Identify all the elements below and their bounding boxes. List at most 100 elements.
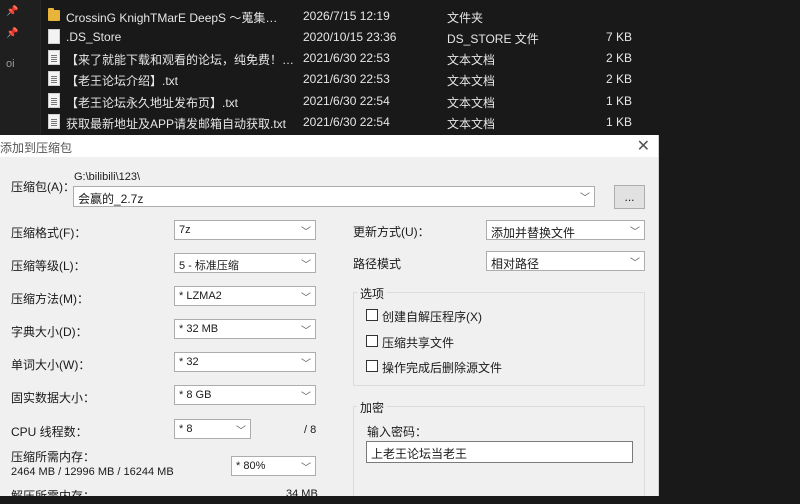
- method-select[interactable]: * LZMA2 ﹀: [174, 286, 316, 306]
- memory-usage-select[interactable]: * 80% ﹀: [231, 456, 316, 476]
- file-row[interactable]: 【老王论坛介绍】.txt 2021/6/30 22:53 文本文档 2 KB: [40, 68, 800, 90]
- file-name: 获取最新地址及APP请发邮箱自动获取.txt: [66, 117, 287, 131]
- file-size: 1 KB: [605, 115, 632, 129]
- file-explorer: 📌 📌 oi CrossinG KnighTMarE DeepS ～蒐集… 20…: [0, 0, 800, 135]
- file-type: 文本文档: [447, 96, 496, 110]
- file-type: 文件夹: [447, 11, 484, 25]
- method-value: * LZMA2: [179, 290, 222, 302]
- format-select[interactable]: 7z ﹀: [174, 220, 316, 240]
- chevron-down-icon: ﹀: [301, 359, 311, 370]
- password-input[interactable]: 上老王论坛当老王: [366, 441, 633, 463]
- file-row[interactable]: CrossinG KnighTMarE DeepS ～蒐集… 2026/7/15…: [40, 5, 800, 27]
- file-type: DS_STORE 文件: [447, 32, 539, 46]
- text-file-icon: [48, 93, 60, 108]
- browse-button[interactable]: ...: [614, 185, 645, 209]
- file-name: 【老王论坛介绍】.txt: [66, 74, 179, 88]
- delete-after-label[interactable]: 操作完成后删除源文件: [382, 359, 502, 376]
- dictionary-value: * 32 MB: [179, 323, 219, 335]
- dialog-titlebar[interactable]: 添加到压缩包 ✕: [0, 135, 658, 157]
- encryption-title: 加密: [357, 399, 388, 416]
- file-icon: [48, 29, 60, 44]
- pin-icon[interactable]: 📌: [6, 6, 18, 17]
- archive-name-combo[interactable]: 会赢的_2.7z ﹀: [73, 186, 595, 207]
- password-label: 输入密码：: [367, 425, 428, 439]
- file-row[interactable]: 【来了就能下载和观看的论坛，纯免费！… 2021/6/30 22:53 文本文档…: [40, 47, 800, 69]
- options-title: 选项: [357, 285, 388, 302]
- pin-icon[interactable]: 📌: [6, 28, 18, 39]
- level-value: 5 - 标准压缩: [179, 260, 239, 272]
- chevron-down-icon[interactable]: ﹀: [580, 189, 590, 204]
- file-name: 【老王论坛永久地址发布页】.txt: [66, 96, 239, 110]
- password-value: 上老王论坛当老王: [371, 447, 468, 461]
- word-size-label: 单词大小(W)：: [11, 358, 91, 372]
- shared-files-label[interactable]: 压缩共享文件: [382, 334, 454, 351]
- archive-name-value: 会赢的_2.7z: [78, 192, 144, 206]
- file-size: 1 KB: [605, 94, 632, 108]
- file-size: 2 KB: [605, 51, 632, 65]
- delete-after-checkbox[interactable]: [366, 360, 378, 372]
- path-mode-select[interactable]: 相对路径 ﹀: [486, 251, 645, 271]
- decompress-memory-value: 34 MB: [286, 488, 318, 500]
- compress-memory-detail: 2464 MB / 12996 MB / 16244 MB: [11, 466, 174, 478]
- update-mode-label: 更新方式(U)：: [353, 225, 430, 239]
- close-icon[interactable]: ✕: [637, 136, 650, 156]
- method-label: 压缩方法(M)：: [11, 292, 89, 306]
- threads-value: * 8: [179, 423, 193, 435]
- file-type: 文本文档: [447, 74, 496, 88]
- text-file-icon: [48, 114, 60, 129]
- archive-label: 压缩包(A)：: [11, 180, 75, 194]
- add-to-archive-dialog: 添加到压缩包 ✕ 压缩包(A)： G:\bilibili\123\ 会赢的_2.…: [0, 135, 659, 503]
- sfx-label[interactable]: 创建自解压程序(X): [382, 308, 482, 325]
- dialog-title: 添加到压缩包: [0, 141, 73, 155]
- file-size: 7 KB: [605, 30, 632, 44]
- file-name: .DS_Store: [66, 30, 122, 44]
- sfx-checkbox[interactable]: [366, 309, 378, 321]
- file-type: 文本文档: [447, 53, 496, 67]
- file-name: CrossinG KnighTMarE DeepS ～蒐集…: [66, 11, 278, 25]
- file-name: 【来了就能下载和观看的论坛，纯免费！…: [66, 53, 295, 67]
- chevron-down-icon: ﹀: [236, 426, 246, 437]
- shared-files-checkbox[interactable]: [366, 335, 378, 347]
- update-mode-value: 添加并替换文件: [491, 226, 576, 240]
- archive-path: G:\bilibili\123\: [74, 171, 141, 183]
- file-date: 2021/6/30 22:54: [303, 115, 390, 129]
- threads-label: CPU 线程数：: [11, 425, 88, 439]
- format-value: 7z: [179, 224, 191, 236]
- word-size-select[interactable]: * 32 ﹀: [174, 352, 316, 372]
- threads-max: / 8: [304, 424, 317, 436]
- file-date: 2021/6/30 22:53: [303, 51, 390, 65]
- level-select[interactable]: 5 - 标准压缩 ﹀: [174, 253, 316, 273]
- path-mode-value: 相对路径: [491, 257, 540, 271]
- solid-size-value: * 8 GB: [179, 389, 212, 401]
- file-row[interactable]: 获取最新地址及APP请发邮箱自动获取.txt 2021/6/30 22:54 文…: [40, 111, 800, 133]
- file-date: 2021/6/30 22:54: [303, 94, 390, 108]
- dictionary-label: 字典大小(D)：: [11, 325, 88, 339]
- file-date: 2020/10/15 23:36: [303, 30, 397, 44]
- text-file-icon: [48, 50, 60, 65]
- file-size: 2 KB: [605, 72, 632, 86]
- solid-size-label: 固实数据大小：: [11, 391, 96, 405]
- folder-icon: [48, 8, 60, 21]
- level-label: 压缩等级(L)：: [11, 259, 86, 273]
- navigation-pane: 📌 📌 oi: [0, 0, 41, 135]
- chevron-down-icon: ﹀: [630, 227, 640, 238]
- threads-select[interactable]: * 8 ﹀: [174, 419, 251, 439]
- chevron-down-icon: ﹀: [301, 392, 311, 403]
- chevron-down-icon: ﹀: [630, 258, 640, 269]
- memory-usage-value: * 80%: [236, 460, 266, 472]
- file-type: 文本文档: [447, 117, 496, 131]
- chevron-down-icon: ﹀: [301, 326, 311, 337]
- chevron-down-icon: ﹀: [301, 463, 311, 474]
- chevron-down-icon: ﹀: [301, 260, 311, 271]
- solid-size-select[interactable]: * 8 GB ﹀: [174, 385, 316, 405]
- file-row[interactable]: 【老王论坛永久地址发布页】.txt 2021/6/30 22:54 文本文档 1…: [40, 90, 800, 112]
- compress-memory-label: 压缩所需内存：: [11, 450, 96, 464]
- format-label: 压缩格式(F)：: [11, 226, 87, 240]
- dictionary-select[interactable]: * 32 MB ﹀: [174, 319, 316, 339]
- nav-item-label[interactable]: oi: [6, 58, 15, 70]
- text-file-icon: [48, 71, 60, 86]
- chevron-down-icon: ﹀: [301, 227, 311, 238]
- word-size-value: * 32: [179, 356, 199, 368]
- update-mode-select[interactable]: 添加并替换文件 ﹀: [486, 220, 645, 240]
- file-row[interactable]: .DS_Store 2020/10/15 23:36 DS_STORE 文件 7…: [40, 26, 800, 48]
